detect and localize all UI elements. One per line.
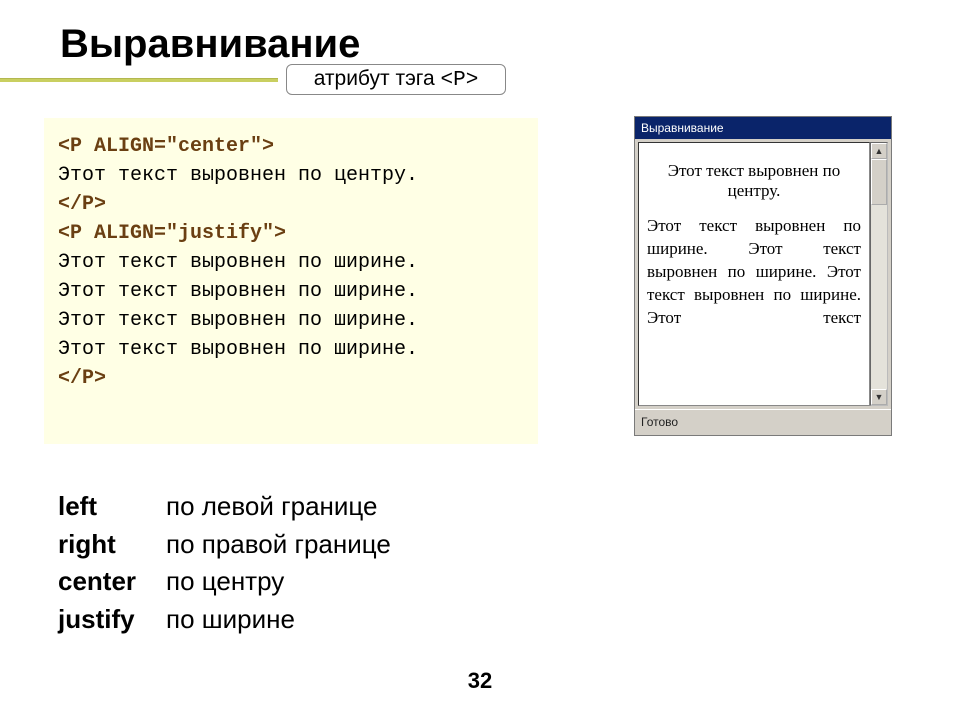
browser-body: Этот текст выровнен по центру. Этот текс… (635, 139, 891, 409)
browser-statusbar: Готово (635, 409, 891, 433)
browser-content: Этот текст выровнен по центру. Этот текс… (638, 142, 870, 406)
code-line: Этот текст выровнен по центру. (58, 164, 418, 187)
code-line-tag: <P ALIGN="center"> (58, 135, 274, 158)
browser-window: Выравнивание Этот текст выровнен по цент… (634, 116, 892, 436)
code-line-tag: </P> (58, 193, 106, 216)
term-desc: по правой границе (166, 526, 391, 564)
definition-row: center по центру (58, 563, 391, 601)
definition-row: justify по ширине (58, 601, 391, 639)
scroll-up-button[interactable]: ▲ (871, 143, 887, 159)
code-line-tag: </P> (58, 367, 106, 390)
scroll-track[interactable] (871, 159, 887, 389)
page-number: 32 (0, 668, 960, 694)
scroll-down-button[interactable]: ▼ (871, 389, 887, 405)
scrollbar[interactable]: ▲ ▼ (870, 142, 888, 406)
code-line: Этот текст выровнен по ширине. (58, 280, 418, 303)
rendered-paragraph-justify: Этот текст выровнен по ширине. Этот текс… (647, 215, 861, 330)
title-underline (0, 78, 278, 82)
scroll-thumb[interactable] (871, 159, 887, 205)
definitions-list: left по левой границе right по правой гр… (58, 488, 391, 639)
definition-row: right по правой границе (58, 526, 391, 564)
slide-title: Выравнивание (60, 22, 360, 67)
term-desc: по левой границе (166, 488, 377, 526)
term: left (58, 488, 166, 526)
code-line: Этот текст выровнен по ширине. (58, 338, 418, 361)
term-desc: по ширине (166, 601, 295, 639)
browser-titlebar: Выравнивание (635, 117, 891, 139)
rendered-paragraph-center: Этот текст выровнен по центру. (647, 161, 861, 201)
code-line-tag: <P ALIGN="justify"> (58, 222, 286, 245)
code-line: Этот текст выровнен по ширине. (58, 251, 418, 274)
callout-tag: <P> (441, 69, 479, 92)
code-example: <P ALIGN="center"> Этот текст выровнен п… (44, 118, 538, 444)
definition-row: left по левой границе (58, 488, 391, 526)
term: center (58, 563, 166, 601)
term: justify (58, 601, 166, 639)
code-line: Этот текст выровнен по ширине. (58, 309, 418, 332)
term: right (58, 526, 166, 564)
callout-prefix: атрибут тэга (314, 67, 441, 90)
term-desc: по центру (166, 563, 284, 601)
callout-box: атрибут тэга <P> (286, 64, 506, 95)
